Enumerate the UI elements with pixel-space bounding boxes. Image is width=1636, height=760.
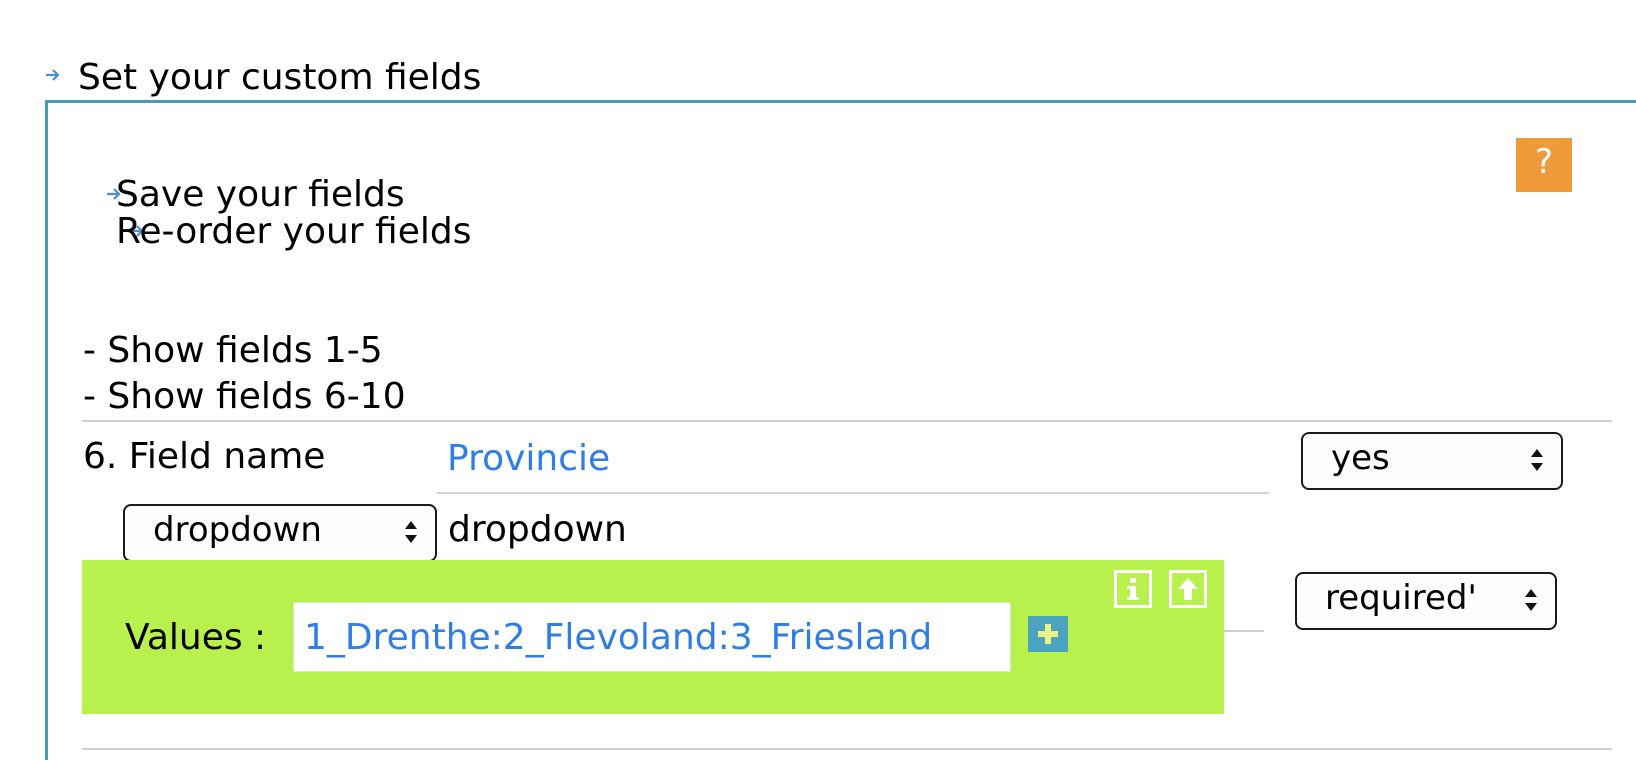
divider (82, 420, 1612, 422)
up-arrow-icon (1178, 578, 1198, 600)
connector-line (1224, 630, 1264, 632)
chevron-updown-icon (405, 521, 417, 543)
divider (82, 748, 1612, 750)
plus-icon (1038, 624, 1058, 644)
info-icon (1127, 578, 1139, 600)
visible-select-value: yes (1331, 438, 1390, 478)
move-up-button[interactable] (1169, 570, 1207, 608)
info-button[interactable] (1114, 570, 1152, 608)
values-input-value: 1_Drenthe:2_Flevoland:3_Friesland (304, 617, 933, 658)
field-type-select[interactable]: dropdown (123, 504, 437, 562)
show-fields-1-5-link[interactable]: - Show fields 1-5 (83, 331, 383, 371)
add-value-button[interactable] (1028, 616, 1068, 652)
required-select-value: required' (1325, 578, 1477, 618)
field-name-label: 6. Field name (83, 436, 326, 477)
chevron-updown-icon (1525, 589, 1537, 611)
values-input[interactable]: 1_Drenthe:2_Flevoland:3_Friesland (293, 602, 1011, 672)
visible-select[interactable]: yes (1301, 432, 1563, 490)
arrow-right-icon (44, 66, 62, 84)
reorder-fields-link[interactable]: Re-order your fields (116, 212, 471, 252)
required-select[interactable]: required' (1295, 572, 1557, 630)
save-fields-link[interactable]: Save your fields (116, 175, 405, 215)
values-label: Values : (125, 617, 267, 658)
section-title[interactable]: Set your custom fields (78, 58, 481, 98)
field-type-select-value: dropdown (153, 510, 322, 550)
chevron-updown-icon (1531, 449, 1543, 471)
field-name-input[interactable]: Provincie (437, 430, 1269, 494)
field-type-text: dropdown (448, 509, 627, 550)
help-button[interactable]: ? (1516, 138, 1572, 192)
show-fields-6-10-link[interactable]: - Show fields 6-10 (83, 377, 406, 417)
field-name-value: Provincie (447, 438, 611, 479)
